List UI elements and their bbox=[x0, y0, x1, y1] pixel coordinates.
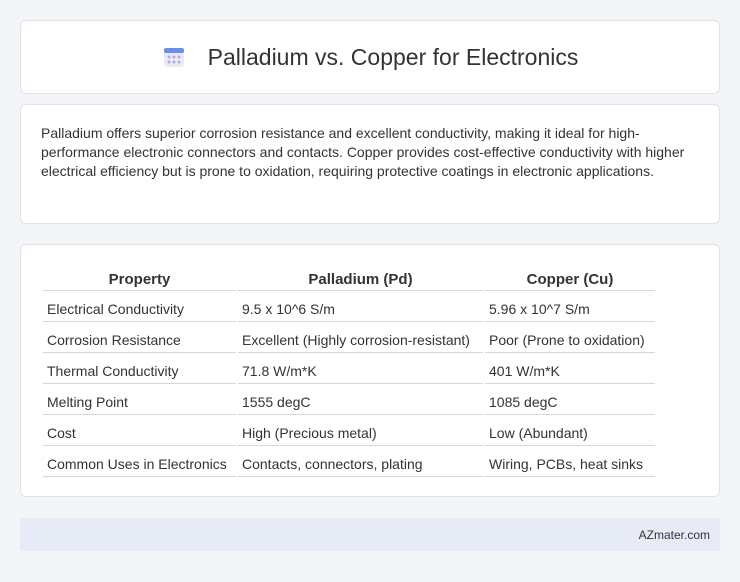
cell-palladium: Excellent (Highly corrosion-resistant) bbox=[238, 324, 483, 353]
cell-palladium: Contacts, connectors, plating bbox=[238, 448, 483, 477]
page-title: Palladium vs. Copper for Electronics bbox=[207, 43, 579, 70]
cell-property: Electrical Conductivity bbox=[43, 293, 236, 322]
cell-copper: 1085 degC bbox=[485, 386, 655, 415]
cell-property: Common Uses in Electronics bbox=[43, 448, 236, 477]
cell-copper: 5.96 x 10^7 S/m bbox=[485, 293, 655, 322]
comparison-table: Property Palladium (Pd) Copper (Cu) Elec… bbox=[41, 265, 657, 479]
footer-brand[interactable]: AZmater.com bbox=[639, 528, 710, 542]
cell-copper: Wiring, PCBs, heat sinks bbox=[485, 448, 655, 477]
table-row: Melting Point 1555 degC 1085 degC bbox=[43, 386, 655, 415]
cell-palladium: High (Precious metal) bbox=[238, 417, 483, 446]
cell-property: Thermal Conductivity bbox=[43, 355, 236, 384]
cell-palladium: 71.8 W/m*K bbox=[238, 355, 483, 384]
title-card: Palladium vs. Copper for Electronics bbox=[20, 20, 720, 94]
header-property: Property bbox=[43, 267, 236, 291]
cell-copper: Poor (Prone to oxidation) bbox=[485, 324, 655, 353]
table-row: Cost High (Precious metal) Low (Abundant… bbox=[43, 417, 655, 446]
cell-property: Melting Point bbox=[43, 386, 236, 415]
intro-paragraph: Palladium offers superior corrosion resi… bbox=[41, 125, 685, 179]
comparison-card: Property Palladium (Pd) Copper (Cu) Elec… bbox=[20, 244, 720, 497]
table-row: Common Uses in Electronics Contacts, con… bbox=[43, 448, 655, 477]
table-row: Electrical Conductivity 9.5 x 10^6 S/m 5… bbox=[43, 293, 655, 322]
cell-property: Corrosion Resistance bbox=[43, 324, 236, 353]
table-row: Corrosion Resistance Excellent (Highly c… bbox=[43, 324, 655, 353]
header-palladium: Palladium (Pd) bbox=[238, 267, 483, 291]
header-copper: Copper (Cu) bbox=[485, 267, 655, 291]
cell-property: Cost bbox=[43, 417, 236, 446]
table-row: Thermal Conductivity 71.8 W/m*K 401 W/m*… bbox=[43, 355, 655, 384]
cell-palladium: 9.5 x 10^6 S/m bbox=[238, 293, 483, 322]
cell-copper: Low (Abundant) bbox=[485, 417, 655, 446]
intro-card: Palladium offers superior corrosion resi… bbox=[20, 104, 720, 224]
cell-palladium: 1555 degC bbox=[238, 386, 483, 415]
table-header-row: Property Palladium (Pd) Copper (Cu) bbox=[43, 267, 655, 291]
calendar-grid-icon bbox=[162, 45, 186, 69]
footer-bar: AZmater.com bbox=[20, 518, 720, 551]
cell-copper: 401 W/m*K bbox=[485, 355, 655, 384]
